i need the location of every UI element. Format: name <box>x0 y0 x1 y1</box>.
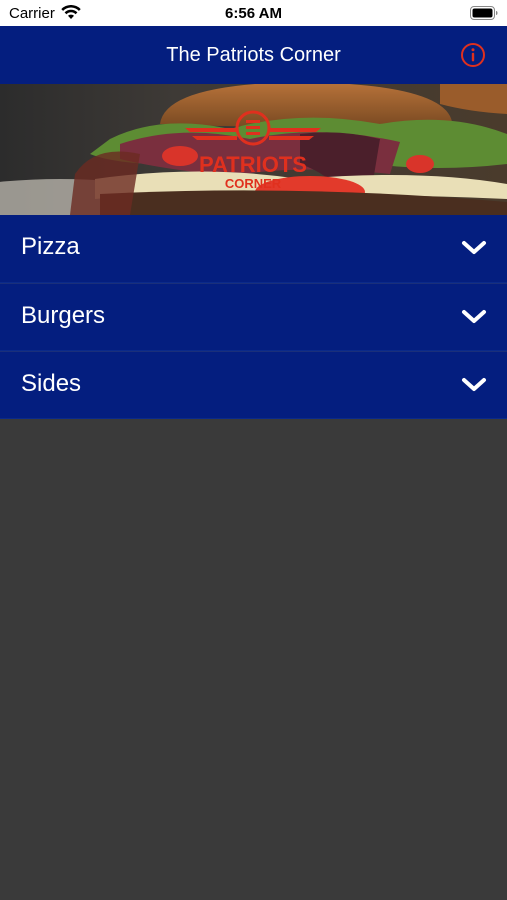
burger-photo: PATRIOTS CORNER <box>0 84 507 215</box>
menu-category-burgers[interactable]: Burgers <box>0 283 507 351</box>
navigation-bar: The Patriots Corner <box>0 26 507 84</box>
menu-category-label: Burgers <box>21 302 106 329</box>
clock-time: 6:56 AM <box>225 5 282 22</box>
battery-icon <box>470 6 498 20</box>
menu-category-list: Pizza Burgers Sides <box>0 215 507 419</box>
info-icon[interactable] <box>460 42 486 68</box>
hero-banner: PATRIOTS CORNER <box>0 84 507 215</box>
chevron-down-icon[interactable] <box>461 239 487 257</box>
menu-category-label: Pizza <box>21 233 80 260</box>
status-bar: Carrier 6:56 AM <box>0 0 507 26</box>
page-title: The Patriots Corner <box>166 44 341 66</box>
menu-category-label: Sides <box>21 370 82 397</box>
chevron-down-icon[interactable] <box>461 376 487 394</box>
logo-text: PATRIOTS <box>199 152 307 177</box>
chevron-down-icon[interactable] <box>461 308 487 326</box>
menu-category-sides[interactable]: Sides <box>0 351 507 419</box>
menu-category-pizza[interactable]: Pizza <box>0 215 507 283</box>
logo-subtext: CORNER <box>225 176 282 191</box>
